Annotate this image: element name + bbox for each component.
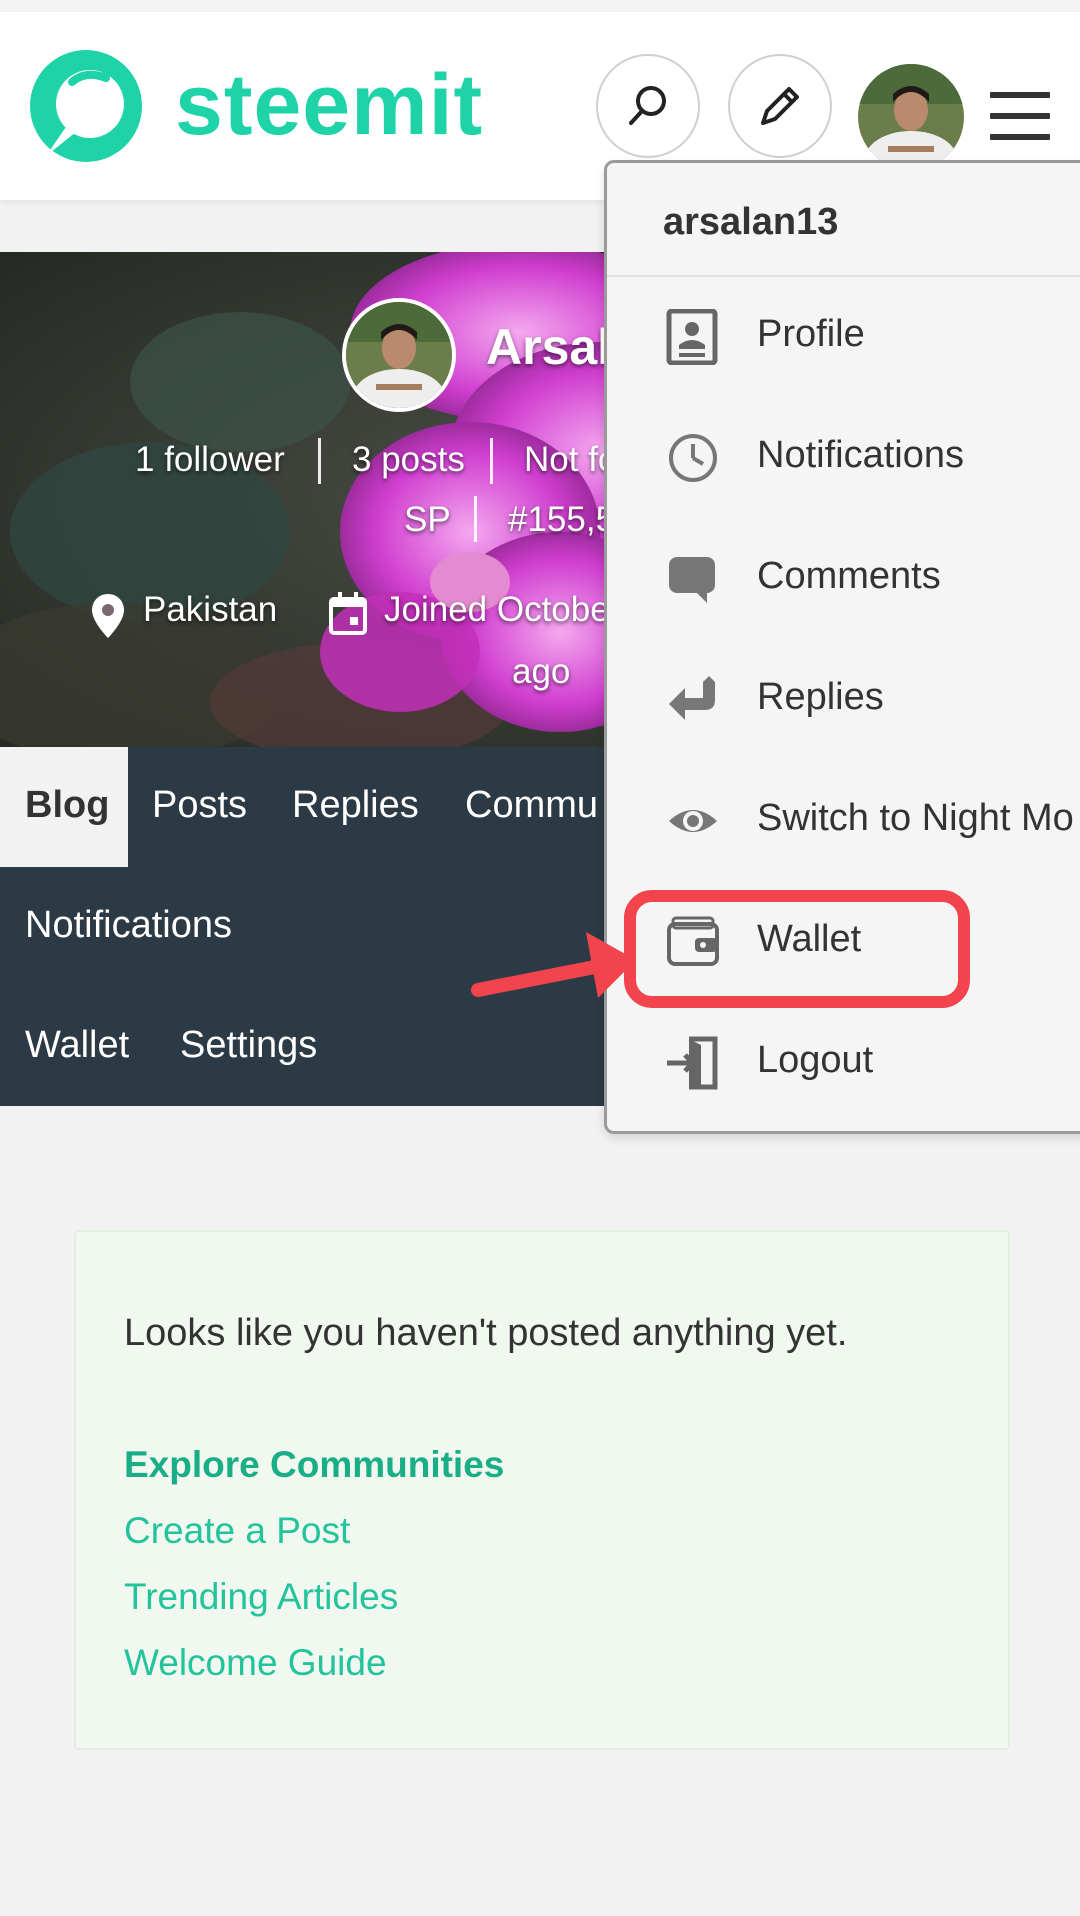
empty-message: Looks like you haven't posted anything y… (124, 1312, 848, 1354)
reply-arrow-icon (669, 676, 715, 720)
tab-blog-label: Blog (25, 784, 110, 826)
follower-count[interactable]: 1 follower (135, 440, 285, 480)
menu-item-profile[interactable]: Profile (607, 285, 1080, 385)
wallet-highlight-box (624, 890, 970, 1008)
profile-name: Arsal (486, 319, 612, 375)
post-count[interactable]: 3 posts (352, 440, 465, 480)
menu-item-label: Notifications (757, 434, 964, 476)
menu-item-night-mode[interactable]: Switch to Night Mo (607, 769, 1080, 869)
dropdown-username: arsalan13 (663, 201, 839, 243)
menu-item-label: Replies (757, 676, 884, 718)
stat-divider (490, 438, 493, 484)
tab-posts[interactable]: Posts (152, 784, 247, 827)
location-text: Pakistan (143, 590, 278, 629)
rank-value: #155,5 (508, 500, 616, 539)
pencil-icon (761, 87, 799, 125)
menu-button[interactable] (990, 92, 1050, 142)
tab-notifications[interactable]: Notifications (25, 904, 232, 947)
annotation-arrow-icon (471, 932, 636, 998)
dropdown-divider (607, 275, 1080, 277)
menu-item-label: Comments (757, 555, 941, 597)
trending-articles-link[interactable]: Trending Articles (124, 1576, 398, 1618)
eye-icon (669, 810, 717, 832)
brand-name[interactable]: steemit (175, 56, 483, 155)
profile-card-icon (666, 309, 718, 365)
empty-posts-card: Looks like you haven't posted anything y… (74, 1230, 1010, 1750)
joined-date: Joined Octobe (384, 590, 610, 629)
profile-avatar (342, 298, 456, 412)
explore-communities-link[interactable]: Explore Communities (124, 1444, 504, 1486)
stat-divider (318, 438, 321, 484)
menu-item-label: Switch to Night Mo (757, 797, 1074, 839)
write-post-button[interactable] (728, 54, 832, 158)
speech-bubble-icon (669, 557, 715, 603)
hamburger-icon (990, 92, 1050, 98)
menu-item-logout[interactable]: Logout (607, 1011, 1080, 1111)
tab-replies[interactable]: Replies (292, 784, 419, 827)
calendar-icon (329, 592, 367, 635)
search-icon (629, 86, 666, 125)
menu-item-notifications[interactable]: Notifications (607, 406, 1080, 506)
steemit-logo-icon[interactable] (28, 48, 144, 164)
menu-item-comments[interactable]: Comments (607, 527, 1080, 627)
user-avatar[interactable] (858, 64, 964, 170)
sp-label: SP (404, 500, 451, 539)
tab-settings[interactable]: Settings (180, 1024, 317, 1067)
tab-wallet[interactable]: Wallet (25, 1024, 129, 1067)
menu-item-label: Logout (757, 1039, 874, 1081)
location-pin-icon (92, 594, 124, 638)
stat-divider (474, 496, 477, 542)
menu-item-replies[interactable]: Replies (607, 648, 1080, 748)
menu-item-label: Profile (757, 313, 865, 355)
tab-blog[interactable]: Blog (0, 747, 128, 867)
welcome-guide-link[interactable]: Welcome Guide (124, 1642, 387, 1684)
clock-icon (669, 434, 717, 482)
create-post-link[interactable]: Create a Post (124, 1510, 350, 1552)
search-button[interactable] (596, 54, 700, 158)
logout-icon (667, 1036, 718, 1090)
tab-communities[interactable]: Commu (465, 784, 598, 827)
joined-suffix: ago (512, 652, 571, 691)
